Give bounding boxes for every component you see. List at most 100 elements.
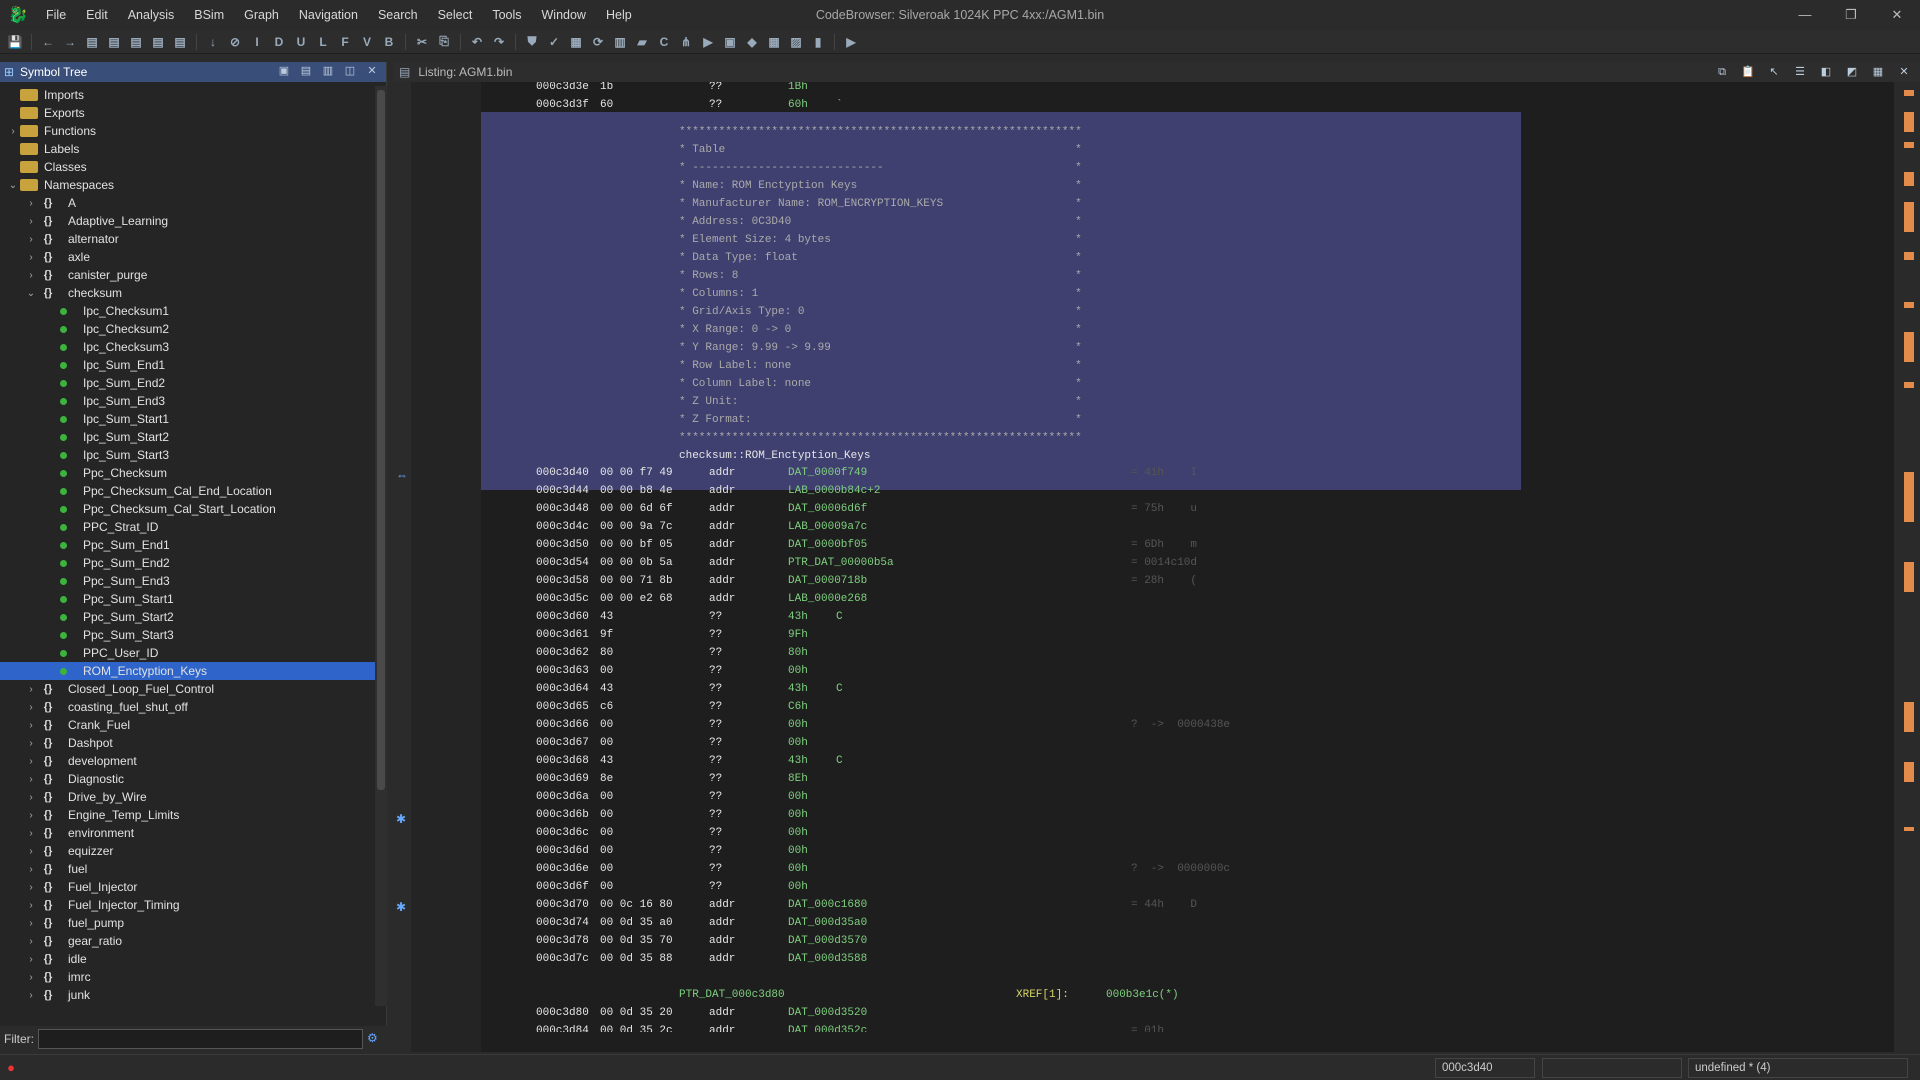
tree-item-ppc-sum-start2[interactable]: Ppc_Sum_Start2 (0, 608, 375, 626)
menu-navigation[interactable]: Navigation (289, 8, 368, 22)
refresh-icon[interactable]: ⟳ (589, 33, 607, 51)
chevron-right-icon[interactable]: › (24, 234, 38, 245)
tree-item-fuel-injector[interactable]: › {} Fuel_Injector (0, 878, 375, 896)
list-icon[interactable]: ▤ (83, 33, 101, 51)
overview-marker[interactable] (1904, 762, 1914, 782)
filter-options-icon[interactable]: ⚙ (367, 1031, 383, 1047)
tree-item-namespaces[interactable]: ⌄ Namespaces (0, 176, 375, 194)
tree-item-ipc-sum-end2[interactable]: Ipc_Sum_End2 (0, 374, 375, 392)
listing-line[interactable]: 000c3d60 43?? 43h C (481, 608, 1881, 626)
tree-item-alternator[interactable]: › {} alternator (0, 230, 375, 248)
overview-marker[interactable] (1904, 562, 1914, 592)
listing-line[interactable]: 000c3d84 00 0d 35 2c addr DAT_000d352c = 01h (481, 1022, 1881, 1032)
pointer-label-line[interactable]: PTR_DAT_000c3d80 XREF[1]: 000b3e1c(*) (481, 986, 1881, 1004)
listing-line[interactable]: 000c3d50 00 00 bf 05 addr DAT_0000bf05 = 6Dh… (481, 536, 1881, 554)
check-icon[interactable]: ✓ (545, 33, 563, 51)
listing-line[interactable]: 000c3d62 80?? 80h (481, 644, 1881, 662)
listing-line[interactable]: 000c3d80 00 0d 35 20 addr DAT_000d3520 (481, 1004, 1881, 1022)
chevron-right-icon[interactable]: › (24, 828, 38, 839)
toolbar-i-icon[interactable]: I (248, 33, 266, 51)
toolbar-v-icon[interactable]: V (358, 33, 376, 51)
tree-item-classes[interactable]: Classes (0, 158, 375, 176)
layout-icon[interactable]: ▦ (1870, 64, 1886, 80)
memory-icon[interactable]: ▦ (567, 33, 585, 51)
overview-marker[interactable] (1904, 702, 1914, 732)
xref-value[interactable]: 000b3e1c(*) (1106, 986, 1179, 1004)
chevron-right-icon[interactable]: › (24, 738, 38, 749)
tree-item-dashpot[interactable]: › {} Dashpot (0, 734, 375, 752)
paste-icon[interactable]: 📋 (1740, 64, 1756, 80)
overview-marker[interactable] (1904, 142, 1914, 148)
toolbar-l-icon[interactable]: L (314, 33, 332, 51)
listing-line[interactable]: 000c3d6e 00?? 00h ? -> 0000000c (481, 860, 1881, 878)
play-icon[interactable]: ▶ (842, 33, 860, 51)
listing-line[interactable]: 000c3d61 9f?? 9Fh (481, 626, 1881, 644)
tree-item-ppc-sum-end3[interactable]: Ppc_Sum_End3 (0, 572, 375, 590)
list-icon[interactable]: ▤ (171, 33, 189, 51)
overview-marker[interactable] (1904, 827, 1914, 831)
listing-line[interactable]: 000c3d54 00 00 0b 5a addr PTR_DAT_00000b5a =… (481, 554, 1881, 572)
chart-icon[interactable]: ▮ (809, 33, 827, 51)
tree-item-fuel[interactable]: › {} fuel (0, 860, 375, 878)
tree-item-ppc-checksum-cal-end-location[interactable]: Ppc_Checksum_Cal_End_Location (0, 482, 375, 500)
code-listing[interactable]: ****************************************… (481, 82, 1893, 1032)
close-listing-icon[interactable]: ✕ (1896, 64, 1912, 80)
tree-item-ppc-user-id[interactable]: PPC_User_ID (0, 644, 375, 662)
run-icon[interactable]: ▶ (699, 33, 717, 51)
tree-item-ipc-sum-end3[interactable]: Ipc_Sum_End3 (0, 392, 375, 410)
menu-help[interactable]: Help (596, 8, 642, 22)
listing-line[interactable]: 000c3d65 c6?? C6h (481, 698, 1881, 716)
tree-item-ppc-sum-end1[interactable]: Ppc_Sum_End1 (0, 536, 375, 554)
tree-item-engine-temp-limits[interactable]: › {} Engine_Temp_Limits (0, 806, 375, 824)
chevron-right-icon[interactable]: › (24, 270, 38, 281)
tree-item-a[interactable]: › {} A (0, 194, 375, 212)
chevron-right-icon[interactable]: › (24, 882, 38, 893)
export-icon[interactable]: ▤ (298, 63, 314, 79)
tree-item-ppc-checksum[interactable]: Ppc_Checksum (0, 464, 375, 482)
overview-marker[interactable] (1904, 252, 1914, 260)
chevron-right-icon[interactable]: › (24, 900, 38, 911)
tree-item-coasting-fuel-shut-off[interactable]: › {} coasting_fuel_shut_off (0, 698, 375, 716)
tree-item-axle[interactable]: › {} axle (0, 248, 375, 266)
tree-item-ppc-sum-start3[interactable]: Ppc_Sum_Start3 (0, 626, 375, 644)
menu-tools[interactable]: Tools (482, 8, 531, 22)
tree-item-environment[interactable]: › {} environment (0, 824, 375, 842)
chevron-right-icon[interactable]: › (24, 252, 38, 263)
settings-icon[interactable]: ✱ (396, 900, 406, 914)
undo-icon[interactable]: ↶ (468, 33, 486, 51)
minimize-button[interactable]: — (1782, 0, 1828, 30)
chevron-right-icon[interactable]: › (24, 702, 38, 713)
close-button[interactable]: ✕ (1874, 0, 1920, 30)
chevron-right-icon[interactable]: › (24, 954, 38, 965)
tree-item-ppc-strat-id[interactable]: PPC_Strat_ID (0, 518, 375, 536)
overview-marker[interactable] (1904, 302, 1914, 308)
listing-line[interactable]: 000c3d68 43?? 43h C (481, 752, 1881, 770)
overview-marker[interactable] (1904, 172, 1914, 186)
tree-item-closed-loop-fuel-control[interactable]: › {} Closed_Loop_Fuel_Control (0, 680, 375, 698)
chevron-right-icon[interactable]: › (24, 864, 38, 875)
settings-icon[interactable]: ✱ (396, 812, 406, 826)
list-icon[interactable]: ▤ (105, 33, 123, 51)
navigate-icon[interactable]: ▥ (320, 63, 336, 79)
menu-file[interactable]: File (36, 8, 76, 22)
overview-marker[interactable] (1904, 90, 1914, 96)
snapshot-icon[interactable]: ◩ (1844, 64, 1860, 80)
chevron-down-icon[interactable]: ⌄ (24, 288, 38, 299)
menu-select[interactable]: Select (428, 8, 483, 22)
toolbar-d-icon[interactable]: D (270, 33, 288, 51)
tree-item-rom-enctyption-keys[interactable]: ROM_Enctyption_Keys (0, 662, 375, 680)
listing-line[interactable]: 000c3d5c 00 00 e2 68 addr LAB_0000e268 (481, 590, 1881, 608)
listing-line[interactable]: 000c3d58 00 00 71 8b addr DAT_0000718b = 28h… (481, 572, 1881, 590)
dock-icon[interactable]: ◫ (342, 63, 358, 79)
tree-item-ppc-sum-start1[interactable]: Ppc_Sum_Start1 (0, 590, 375, 608)
diff-icon[interactable]: ◧ (1818, 64, 1834, 80)
tree-item-drive-by-wire[interactable]: › {} Drive_by_Wire (0, 788, 375, 806)
listing-line[interactable]: 000c3d48 00 00 6d 6f addr DAT_00006d6f = 75h… (481, 500, 1881, 518)
tree-item-ipc-checksum2[interactable]: Ipc_Checksum2 (0, 320, 375, 338)
overview-marker[interactable] (1904, 202, 1914, 232)
chevron-right-icon[interactable]: › (24, 936, 38, 947)
redo-icon[interactable]: ↷ (490, 33, 508, 51)
error-icon[interactable]: ● (0, 1060, 22, 1075)
toolbar-u-icon[interactable]: U (292, 33, 310, 51)
tree-item-functions[interactable]: › Functions (0, 122, 375, 140)
